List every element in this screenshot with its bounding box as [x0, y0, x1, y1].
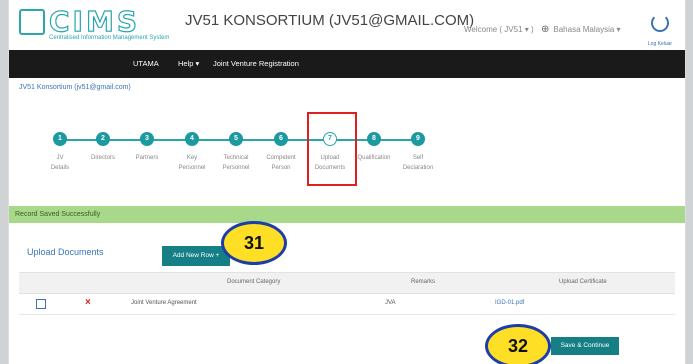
- step-label: Qualification: [357, 155, 391, 161]
- logout-label: Log Keluar: [647, 41, 673, 47]
- upload-section-title: Upload Documents: [27, 247, 104, 257]
- annotation-callout-32: 32: [485, 324, 551, 364]
- step-label: Self Declaration: [402, 155, 434, 171]
- main-navbar: UTAMA Help ▾ Joint Venture Registration: [9, 50, 685, 78]
- step-label: Key Personnel: [178, 155, 206, 171]
- step-label: Competent Person: [266, 155, 296, 171]
- table-header: Document Category Remarks Upload Certifi…: [19, 272, 675, 294]
- company-title: JV51 KONSORTIUM (JV51@GMAIL.COM): [185, 12, 475, 29]
- nav-item-jv-registration[interactable]: Joint Venture Registration: [213, 59, 299, 68]
- step-number: 9: [411, 132, 425, 146]
- column-upload-certificate: Upload Certificate: [559, 279, 607, 285]
- success-alert: Record Saved Successfully: [9, 206, 685, 223]
- cims-logo[interactable]: CIMS Centralised Information Management …: [19, 4, 170, 43]
- language-label: Bahasa Malaysia ▾: [553, 25, 621, 34]
- step-number: 3: [140, 132, 154, 146]
- step-number: 8: [367, 132, 381, 146]
- certificate-link[interactable]: IGD-01.pdf: [495, 300, 524, 306]
- step-number: 4: [185, 132, 199, 146]
- step-qualification[interactable]: 8 Qualification: [354, 132, 394, 163]
- edit-icon[interactable]: [36, 299, 46, 309]
- delete-icon[interactable]: ×: [85, 297, 91, 308]
- logo-subtitle: Centralised Information Management Syste…: [49, 35, 170, 41]
- current-step-highlight: [307, 112, 357, 186]
- step-key-personnel[interactable]: 4 Key Personnel: [172, 132, 212, 173]
- step-directors[interactable]: 2 Directors: [83, 132, 123, 163]
- welcome-user-menu[interactable]: Welcome ( JV51 ▾ ): [464, 25, 534, 34]
- cell-remarks: JVA: [385, 300, 396, 306]
- company-subtitle: JV51 Konsortium (jv51@gmail.com): [19, 84, 131, 91]
- table-row: × Joint Venture Agreement JVA IGD-01.pdf: [19, 294, 675, 315]
- step-number: 2: [96, 132, 110, 146]
- add-new-row-button[interactable]: Add New Row +: [162, 246, 230, 266]
- page-frame: CIMS Centralised Information Management …: [8, 0, 686, 364]
- step-partners[interactable]: 3 Partners: [127, 132, 167, 163]
- step-technical-personnel[interactable]: 5 Technical Personnel: [216, 132, 256, 173]
- language-selector[interactable]: ⊕ Bahasa Malaysia ▾: [541, 24, 621, 35]
- step-number: 1: [53, 132, 67, 146]
- nav-item-utama[interactable]: UTAMA: [133, 59, 159, 68]
- step-label: JV Details: [50, 155, 70, 171]
- save-continue-button[interactable]: Save & Continue: [551, 337, 619, 355]
- column-document-category: Document Category: [227, 279, 281, 285]
- step-self-declaration[interactable]: 9 Self Declaration: [398, 132, 438, 173]
- cell-document-category: Joint Venture Agreement: [131, 300, 197, 306]
- logout-button[interactable]: Log Keluar: [645, 14, 675, 50]
- documents-table: Document Category Remarks Upload Certifi…: [19, 272, 675, 315]
- step-label: Partners: [135, 155, 159, 161]
- header: CIMS Centralised Information Management …: [9, 0, 685, 50]
- power-icon: [651, 14, 669, 32]
- nav-item-help[interactable]: Help ▾: [178, 59, 199, 68]
- step-number: 5: [229, 132, 243, 146]
- column-remarks: Remarks: [411, 279, 436, 285]
- step-label: Technical Personnel: [222, 155, 250, 171]
- annotation-callout-31: 31: [221, 221, 287, 265]
- logo-emblem-icon: [19, 9, 45, 35]
- globe-icon: ⊕: [541, 24, 550, 35]
- step-jv-details[interactable]: 1 JV Details: [40, 132, 80, 173]
- step-competent-person[interactable]: 6 Competent Person: [261, 132, 301, 173]
- step-number: 6: [274, 132, 288, 146]
- logo-text: CIMS: [48, 4, 140, 38]
- step-label: Directors: [90, 155, 115, 161]
